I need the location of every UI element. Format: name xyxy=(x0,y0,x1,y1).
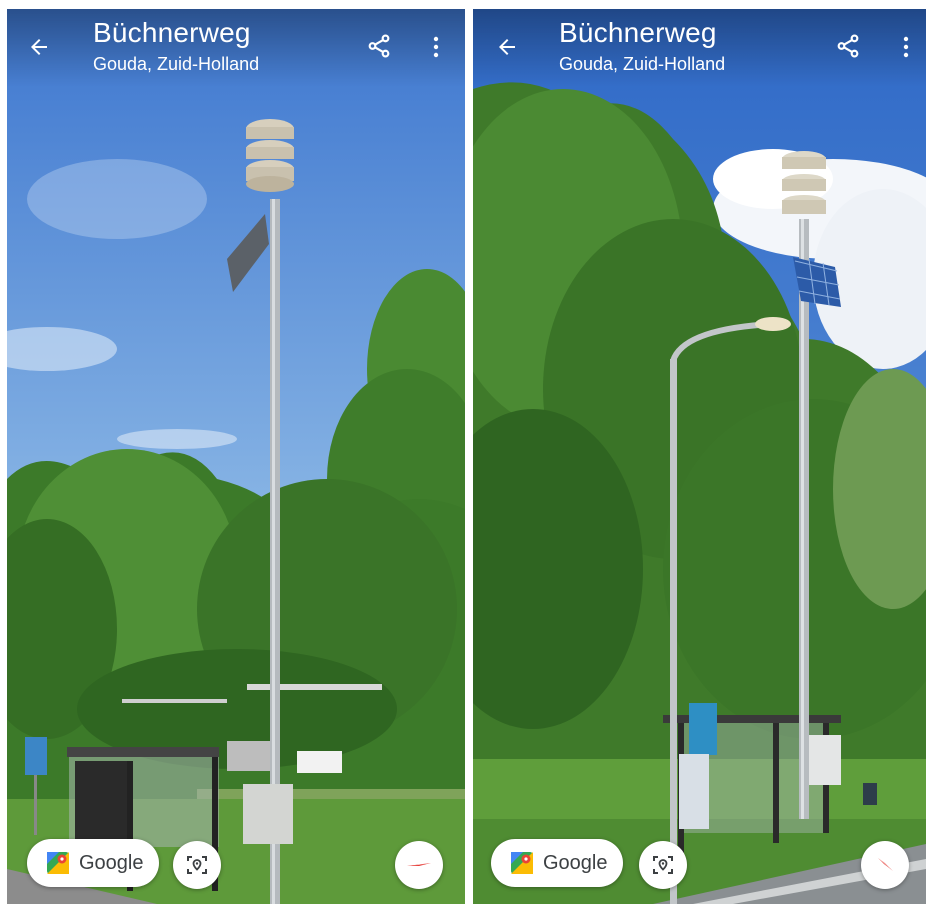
compass-button[interactable] xyxy=(395,841,443,889)
google-maps-icon xyxy=(47,852,69,874)
lens-icon xyxy=(187,856,207,874)
compass-icon xyxy=(878,858,893,871)
location-subtitle: Gouda, Zuid-Holland xyxy=(559,54,726,74)
compass-icon xyxy=(407,863,431,866)
lens-button[interactable] xyxy=(173,841,221,889)
google-button-label: Google xyxy=(79,851,144,874)
arrow-left-icon[interactable] xyxy=(495,35,519,59)
more-vert-icon[interactable] xyxy=(901,35,911,59)
google-maps-icon xyxy=(511,852,533,874)
street-title: Büchnerweg xyxy=(559,17,717,48)
more-vert-icon[interactable] xyxy=(431,35,441,59)
share-icon[interactable] xyxy=(366,33,392,59)
street-view-image-right[interactable] xyxy=(473,9,926,904)
street-view-left[interactable]: Büchnerweg Gouda, Zuid-Holland Google xyxy=(7,9,465,904)
lens-button[interactable] xyxy=(639,841,687,889)
arrow-left-icon[interactable] xyxy=(27,35,51,59)
google-button-label: Google xyxy=(543,851,608,874)
street-view-right[interactable]: Büchnerweg Gouda, Zuid-Holland Google xyxy=(473,9,926,904)
lens-icon xyxy=(653,856,673,874)
street-title: Büchnerweg xyxy=(93,17,251,48)
location-subtitle: Gouda, Zuid-Holland xyxy=(93,54,260,74)
google-maps-button[interactable]: Google xyxy=(27,839,159,887)
compass-button[interactable] xyxy=(861,841,909,889)
share-icon[interactable] xyxy=(835,33,861,59)
street-view-image-left[interactable] xyxy=(7,9,465,904)
google-maps-button[interactable]: Google xyxy=(491,839,623,887)
